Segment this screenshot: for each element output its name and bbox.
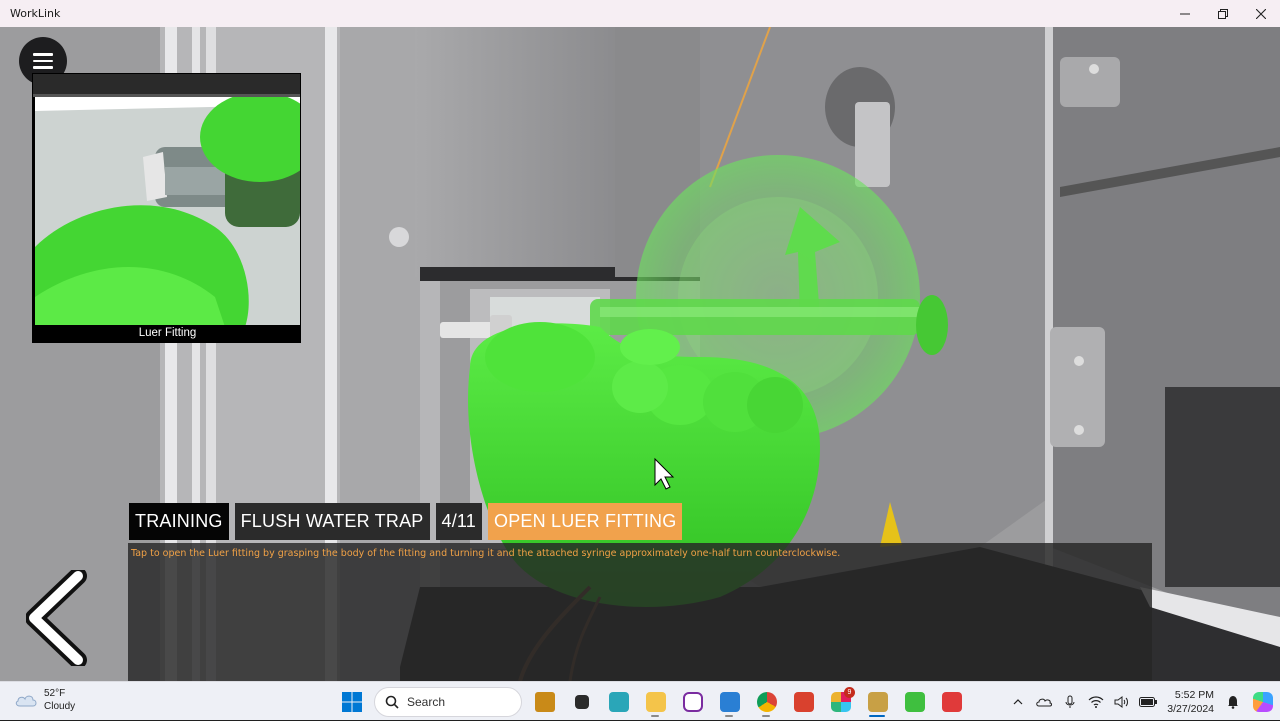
weather-widget[interactable]: 52°F Cloudy bbox=[14, 687, 75, 713]
app-s-red-icon[interactable] bbox=[785, 685, 822, 718]
task-tag: FLUSH WATER TRAP bbox=[234, 503, 430, 540]
app-title: WorkLink bbox=[10, 7, 61, 20]
menu-icon-bar bbox=[33, 59, 53, 63]
clock-date: 3/27/2024 bbox=[1167, 702, 1214, 715]
detail-inset: Luer Fitting bbox=[32, 73, 301, 343]
worklink-icon[interactable] bbox=[859, 685, 896, 718]
taskbar-apps: Search 9 bbox=[333, 685, 970, 718]
onedrive-icon[interactable] bbox=[1031, 682, 1057, 721]
action-tag: OPEN LUER FITTING bbox=[488, 503, 683, 540]
volume-icon[interactable] bbox=[1109, 682, 1135, 721]
app-s-blue-icon[interactable] bbox=[711, 685, 748, 718]
menu-icon-bar bbox=[33, 66, 53, 69]
wifi-icon[interactable] bbox=[1083, 682, 1109, 721]
system-tray: 5:52 PM 3/27/2024 bbox=[1005, 682, 1280, 721]
briefcase-icon[interactable] bbox=[526, 685, 563, 718]
mode-tag: TRAINING bbox=[129, 503, 229, 540]
restore-button[interactable] bbox=[1204, 0, 1242, 27]
step-counter: 4/11 bbox=[435, 503, 482, 540]
chrome-icon[interactable] bbox=[748, 685, 785, 718]
back-arrow-button[interactable] bbox=[26, 570, 90, 666]
task-view-icon[interactable] bbox=[563, 685, 600, 718]
minimize-icon bbox=[1180, 13, 1190, 14]
clock-time: 5:52 PM bbox=[1174, 688, 1214, 701]
app-purple-icon[interactable] bbox=[674, 685, 711, 718]
notification-bell-icon[interactable] bbox=[1220, 682, 1246, 721]
weather-temperature: 52°F bbox=[44, 688, 66, 699]
menu-icon-bar bbox=[33, 53, 53, 56]
title-bar: WorkLink bbox=[0, 0, 1280, 27]
chevron-up-icon[interactable] bbox=[1005, 682, 1031, 721]
luer-fitting-closeup bbox=[35, 97, 300, 327]
weather-condition: Cloudy bbox=[44, 701, 76, 712]
search-label: Search bbox=[407, 694, 446, 709]
close-icon bbox=[1256, 8, 1266, 19]
restore-icon bbox=[1218, 8, 1228, 19]
windows-start-icon[interactable] bbox=[333, 685, 370, 718]
cloud-icon bbox=[15, 695, 37, 707]
chat-icon[interactable] bbox=[600, 685, 637, 718]
microphone-icon[interactable] bbox=[1057, 682, 1083, 721]
inset-header bbox=[33, 74, 300, 97]
procedure-tags: TRAINING FLUSH WATER TRAP 4/11 OPEN LUER… bbox=[129, 503, 683, 540]
taskbar-search[interactable]: Search bbox=[374, 686, 522, 717]
taskbar: 52°F Cloudy Search 9 5:52 PM 3/27/2024 bbox=[0, 681, 1280, 720]
windows-logo-icon bbox=[341, 691, 362, 712]
taskbar-clock[interactable]: 5:52 PM 3/27/2024 bbox=[1167, 688, 1214, 716]
app-red-icon[interactable] bbox=[933, 685, 970, 718]
inset-caption: Luer Fitting bbox=[33, 325, 300, 342]
instruction-panel: Tap to open the Luer fitting by grasping… bbox=[128, 543, 1152, 681]
slack-badge: 9 bbox=[844, 687, 855, 698]
minimize-button[interactable] bbox=[1166, 0, 1204, 27]
inset-view bbox=[35, 97, 300, 327]
instruction-text: Tap to open the Luer fitting by grasping… bbox=[131, 548, 841, 559]
window-controls bbox=[1166, 0, 1280, 27]
3d-viewport[interactable]: Luer Fitting TRAINING FLUSH WATER TRAP 4… bbox=[0, 27, 1280, 681]
close-button[interactable] bbox=[1242, 0, 1280, 27]
search-icon bbox=[385, 695, 399, 709]
battery-icon[interactable] bbox=[1135, 682, 1161, 721]
slack-icon[interactable]: 9 bbox=[822, 685, 859, 718]
file-explorer-icon[interactable] bbox=[637, 685, 674, 718]
app-green-icon[interactable] bbox=[896, 685, 933, 718]
copilot-icon[interactable] bbox=[1246, 682, 1280, 721]
